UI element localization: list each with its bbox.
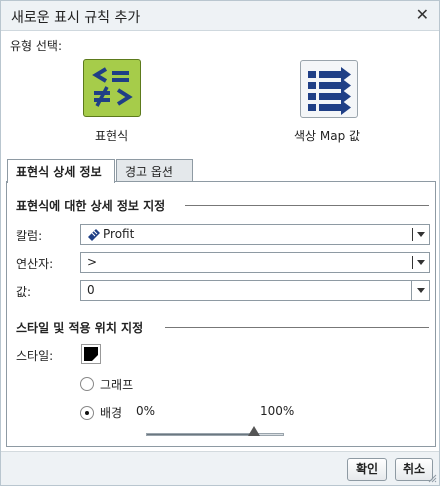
value-dropdown-button[interactable]: [411, 281, 429, 300]
measure-icon: [88, 229, 100, 241]
style-section-title: 스타일 및 적용 위치 지정: [16, 321, 144, 335]
expression-type-label: 표현식: [95, 129, 129, 143]
section-divider: [185, 205, 429, 206]
expression-details-panel: 표현식에 대한 상세 정보 지정 칼럼: Profit 연산자: > 값: 0: [6, 181, 436, 447]
title-bar: 새로운 표시 규칙 추가 ✕: [1, 1, 439, 31]
close-icon[interactable]: ✕: [416, 5, 429, 25]
color-swatch-button[interactable]: [81, 344, 101, 364]
operator-label: 연산자:: [16, 257, 54, 271]
color-map-type-button[interactable]: [300, 60, 358, 118]
transparency-slider-track[interactable]: [146, 433, 284, 436]
type-select-label: 유형 선택:: [10, 39, 63, 53]
transparency-slider-fill: [147, 434, 255, 435]
apply-graph-radio[interactable]: [80, 377, 94, 391]
expression-icon: [92, 67, 133, 107]
radio-selected-dot: [85, 411, 89, 415]
color-map-icon: [308, 67, 351, 115]
expression-type-button[interactable]: [83, 59, 141, 117]
transparency-slider-thumb[interactable]: [247, 426, 260, 436]
section-divider: [165, 327, 429, 328]
expression-section-title: 표현식에 대한 상세 정보 지정: [16, 199, 166, 213]
resize-grip-icon[interactable]: [427, 473, 437, 483]
value-field-text[interactable]: 0: [87, 283, 95, 297]
column-value: Profit: [103, 227, 135, 241]
transparency-min-label: 0%: [136, 404, 156, 418]
transparency-max-label: 100%: [260, 404, 295, 418]
style-label: 스타일:: [16, 349, 54, 363]
chevron-down-icon[interactable]: [417, 260, 425, 265]
apply-background-radio[interactable]: [80, 406, 94, 420]
dialog-title: 새로운 표시 규칙 추가: [11, 10, 141, 26]
column-select[interactable]: Profit: [80, 224, 430, 245]
apply-background-label: 배경: [100, 406, 123, 420]
apply-graph-label: 그래프: [100, 378, 134, 392]
color-map-type-label: 색상 Map 값: [294, 129, 361, 143]
combo-divider: [412, 256, 413, 269]
value-input[interactable]: 0: [80, 280, 430, 301]
tab-alert-options[interactable]: 경고 옵션: [116, 159, 193, 182]
operator-select[interactable]: >: [80, 252, 430, 273]
operator-value: >: [87, 255, 98, 269]
column-label: 칼럼:: [16, 229, 43, 243]
swatch-corner-icon: [91, 354, 99, 362]
value-label: 값:: [16, 285, 32, 299]
chevron-down-icon: [417, 288, 425, 293]
chevron-down-icon[interactable]: [417, 232, 425, 237]
add-display-rule-dialog: 새로운 표시 규칙 추가 ✕ 유형 선택: 표현식 색상 Map 값 표현식 상…: [0, 0, 440, 486]
combo-divider: [412, 228, 413, 241]
tab-expression-details[interactable]: 표현식 상세 정보: [7, 159, 115, 183]
ok-button[interactable]: 확인: [347, 458, 387, 481]
